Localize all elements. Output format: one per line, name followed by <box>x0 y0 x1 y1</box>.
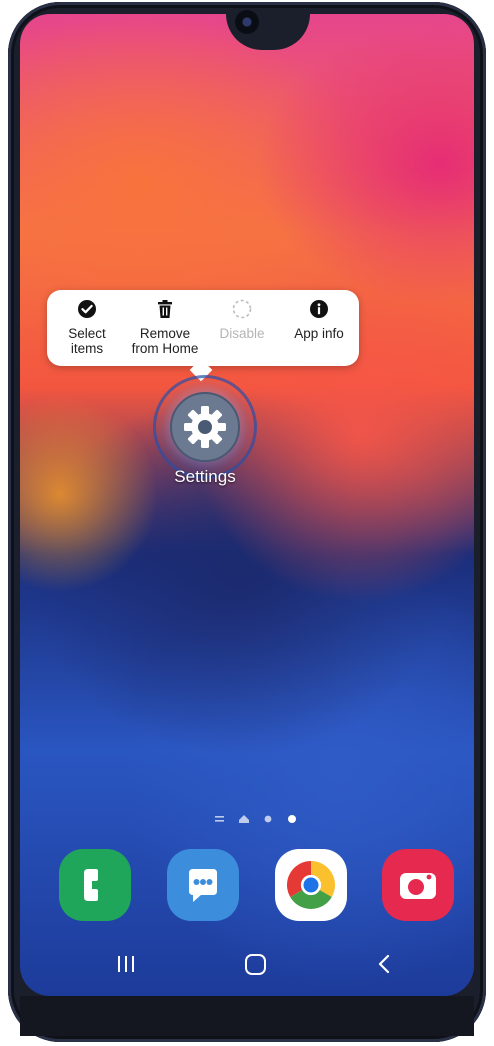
home-page-lines-icon <box>215 816 224 822</box>
app-context-menu: Select items Remove from Home Disable Ap… <box>47 290 359 366</box>
app-label-settings: Settings <box>174 467 236 486</box>
menu-item-label: Disable <box>219 326 265 341</box>
recents-icon <box>118 956 134 972</box>
menu-item-label: Remove <box>139 326 191 341</box>
page-dot <box>264 815 272 823</box>
messages-icon <box>189 869 217 902</box>
back-icon <box>378 954 390 974</box>
dock-app-chrome[interactable] <box>275 849 347 921</box>
home-page-dot-icon <box>239 815 249 823</box>
gear-icon <box>184 406 226 448</box>
camera-icon <box>400 873 436 899</box>
dock-app-phone[interactable] <box>59 849 131 921</box>
bottom-bezel <box>20 996 474 1036</box>
disable-icon <box>232 299 252 319</box>
page-dot-current <box>288 815 296 823</box>
menu-item-app-info[interactable]: App info <box>279 298 359 362</box>
home-icon <box>245 954 266 975</box>
menu-item-label: from Home <box>131 341 199 356</box>
check-circle-icon <box>78 300 96 318</box>
front-camera-icon <box>235 10 259 34</box>
menu-item-select-items[interactable]: Select items <box>47 298 127 362</box>
recents-button[interactable] <box>106 950 146 980</box>
menu-item-remove-from-home[interactable]: Remove from Home <box>125 298 205 362</box>
trash-icon <box>158 300 172 318</box>
back-button[interactable] <box>364 950 404 980</box>
menu-item-label: items <box>70 341 104 356</box>
info-icon <box>310 300 328 318</box>
phone-icon <box>84 869 98 901</box>
dock-app-messages[interactable] <box>167 849 239 921</box>
menu-item-label: Select <box>68 326 106 341</box>
menu-item-label: App info <box>294 326 344 341</box>
menu-item-disable[interactable]: Disable <box>202 298 282 362</box>
chrome-icon <box>286 861 336 910</box>
page-indicator[interactable] <box>214 812 304 826</box>
home-button[interactable] <box>236 950 276 980</box>
dock-app-camera[interactable] <box>382 849 454 921</box>
settings-app-icon[interactable] <box>170 392 240 462</box>
